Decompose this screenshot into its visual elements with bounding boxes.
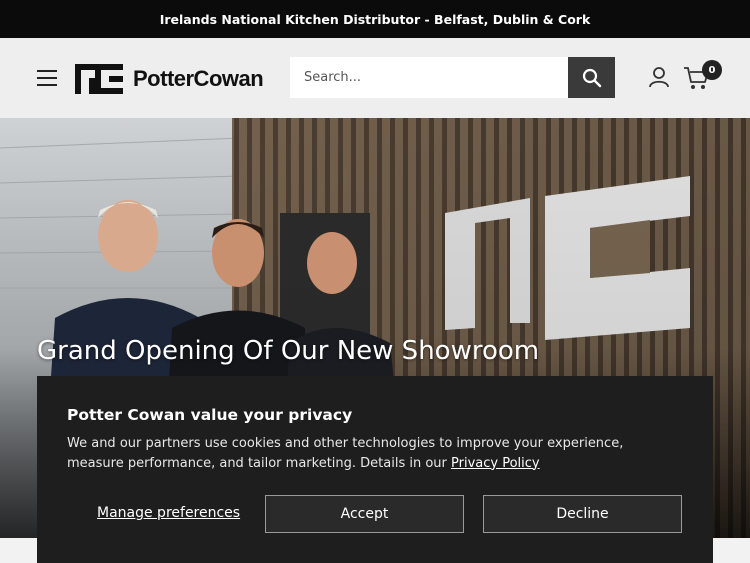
search-input[interactable] xyxy=(290,57,568,98)
menu-icon[interactable] xyxy=(37,70,57,86)
logo-text[interactable]: PotterCowan xyxy=(133,64,264,94)
logo-icon[interactable] xyxy=(75,64,123,94)
cookie-text: We and our partners use cookies and othe… xyxy=(67,434,667,473)
hero-title: Grand Opening Of Our New Showroom xyxy=(37,336,540,366)
privacy-policy-link[interactable]: Privacy Policy xyxy=(451,456,540,471)
search-form xyxy=(290,57,615,98)
announcement-bar: Irelands National Kitchen Distributor - … xyxy=(0,0,750,38)
cookie-banner: Potter Cowan value your privacy We and o… xyxy=(37,376,713,563)
cart-count-badge: 0 xyxy=(702,60,722,80)
cookie-title: Potter Cowan value your privacy xyxy=(67,406,353,424)
decline-button[interactable]: Decline xyxy=(483,495,682,533)
search-icon xyxy=(582,68,601,87)
manage-preferences-link[interactable]: Manage preferences xyxy=(97,505,240,521)
search-button[interactable] xyxy=(568,57,615,98)
announcement-text: Irelands National Kitchen Distributor - … xyxy=(159,11,591,27)
site-header: PotterCowan 0 xyxy=(0,38,750,118)
accept-button[interactable]: Accept xyxy=(265,495,464,533)
account-icon[interactable] xyxy=(647,65,671,89)
